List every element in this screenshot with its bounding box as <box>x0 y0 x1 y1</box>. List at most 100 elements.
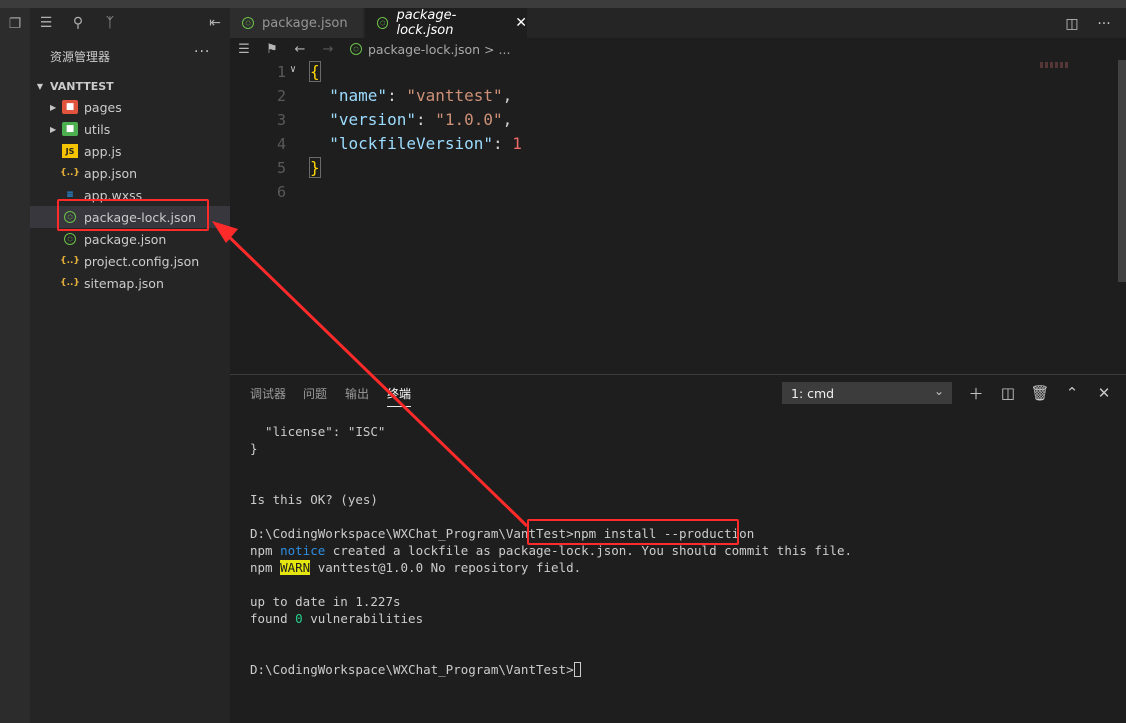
json-key: "version" <box>329 110 416 129</box>
terminal-select[interactable]: 1: cmd ⌄ <box>782 382 952 404</box>
source-control-icon[interactable]: ᛉ <box>99 12 121 34</box>
node-file-icon: ⬡ <box>64 233 76 245</box>
terminal-text: npm <box>250 543 281 558</box>
tree-item-app-js[interactable]: ▶ JS app.js <box>30 140 230 162</box>
tab-output[interactable]: 输出 <box>345 385 369 402</box>
more-actions-icon[interactable]: ··· <box>1094 14 1114 34</box>
terminal-prompt: D:\CodingWorkspace\WXChat_Program\VantTe… <box>250 526 574 541</box>
chevron-down-icon: ▼ <box>36 81 44 91</box>
trash-icon[interactable]: 🗑 <box>1030 383 1050 403</box>
sidebar-toolbar: ☰ ⚲ ᛉ ⇤ <box>30 8 230 38</box>
close-icon[interactable]: ✕ <box>1094 383 1114 403</box>
tab-terminal[interactable]: 终端 <box>387 385 412 407</box>
tree-item-label: pages <box>84 99 122 115</box>
terminal-text: created a lockfile as package-lock.json.… <box>325 543 853 558</box>
more-actions-icon[interactable]: ··· <box>194 44 210 60</box>
tree-item-project-config-json[interactable]: ▶ {..} project.config.json <box>30 250 230 272</box>
code-line: { <box>309 60 522 84</box>
editor-scrollbar[interactable] <box>1118 60 1126 282</box>
line-number: 2 <box>276 87 286 105</box>
explorer-list-icon[interactable]: ☰ <box>35 12 57 34</box>
code-line: "version": "1.0.0", <box>329 110 513 129</box>
json-number: 1 <box>512 134 522 153</box>
json-key: "name" <box>329 86 388 105</box>
bookmark-icon[interactable]: ⚑ <box>258 42 286 57</box>
breadcrumb-separator: > <box>484 41 495 57</box>
chevron-up-icon[interactable]: ⌃ <box>1062 383 1082 403</box>
code-line: "lockfileVersion": 1 <box>329 134 522 153</box>
tree-item-app-json[interactable]: ▶ {..} app.json <box>30 162 230 184</box>
node-file-icon: ⬡ <box>377 17 389 29</box>
forward-arrow-icon[interactable]: → <box>314 42 342 57</box>
folder-utils-icon: ■ <box>62 122 78 136</box>
terminal-select-value: 1: cmd <box>791 385 835 401</box>
terminal-prompt: D:\CodingWorkspace\WXChat_Program\VantTe… <box>250 662 574 677</box>
terminal-line: Is this OK? (yes) <box>250 492 378 507</box>
split-editor-icon[interactable]: ◫ <box>1062 14 1082 34</box>
search-icon[interactable]: ⚲ <box>67 12 89 34</box>
bottom-panel: 调试器 问题 输出 终端 1: cmd ⌄ ＋ ◫ 🗑 ⌃ ✕ "license… <box>230 374 1126 723</box>
tree-item-sitemap-json[interactable]: ▶ {..} sitemap.json <box>30 272 230 294</box>
breadcrumb-file[interactable]: package-lock.json <box>368 42 480 57</box>
fold-chevron-icon[interactable]: ∨ <box>290 64 296 75</box>
editor-tabs: ⬡ package.json ⬡ package-lock.json ✕ ◫ ·… <box>230 8 1126 38</box>
tree-item-package-json[interactable]: ▶ ⬡ package.json <box>30 228 230 250</box>
back-arrow-icon[interactable]: ← <box>286 42 314 57</box>
chevron-right-icon: ▶ <box>50 102 57 112</box>
explorer-title: 资源管理器 <box>50 50 111 64</box>
open-brace: { <box>309 61 321 82</box>
json-file-icon: {..} <box>60 256 80 266</box>
terminal-cursor <box>573 662 581 677</box>
file-tree: ▶ ■ pages ▶ ■ utils ▶ JS app.js ▶ {..} a… <box>30 96 230 294</box>
terminal-output[interactable]: "license": "ISC" } Is this OK? (yes) D:\… <box>250 423 852 678</box>
close-icon[interactable]: ✕ <box>515 15 527 31</box>
new-terminal-icon[interactable]: ＋ <box>966 383 986 403</box>
terminal-text: found <box>250 611 296 626</box>
tab-problems[interactable]: 问题 <box>303 385 327 402</box>
code-editor[interactable]: 1 2 3 4 5 6 ∨ { "name": "vanttest", "ver… <box>230 60 1118 374</box>
window-restore-icon[interactable]: ❐ <box>0 10 30 38</box>
terminal-line: npm WARN vanttest@1.0.0 No repository fi… <box>250 559 852 576</box>
tree-item-label: package.json <box>84 231 167 247</box>
code-line: "name": "vanttest", <box>329 86 513 105</box>
warn-label: WARN <box>280 560 311 575</box>
tree-item-label: app.js <box>84 143 122 159</box>
breadcrumb-rest[interactable]: ... <box>499 42 511 57</box>
json-file-icon: {..} <box>60 278 80 288</box>
sidebar: ☰ ⚲ ᛉ ⇤ 资源管理器 ··· ▼ VANTTEST ▶ ■ pages ▶… <box>30 8 230 723</box>
tab-package-json[interactable]: ⬡ package.json <box>230 8 363 38</box>
split-terminal-icon[interactable]: ◫ <box>998 383 1018 403</box>
folder-pages-icon: ■ <box>62 100 78 114</box>
tab-label: package.json <box>262 15 348 31</box>
tab-label: package-lock.json <box>396 8 457 38</box>
chevron-down-icon: ⌄ <box>933 384 944 398</box>
minimap[interactable] <box>1040 62 1070 68</box>
outline-list-icon[interactable]: ☰ <box>230 42 258 57</box>
terminal-line: found 0 vulnerabilities <box>250 610 852 627</box>
terminal-line: "license": "ISC" <box>250 424 386 439</box>
terminal-text: vanttest@1.0.0 No repository field. <box>310 560 582 575</box>
json-key: "lockfileVersion" <box>329 134 494 153</box>
project-root[interactable]: ▼ VANTTEST <box>30 76 230 96</box>
line-number: 5 <box>276 159 286 177</box>
tab-package-lock-json[interactable]: ⬡ package-lock.json ✕ <box>365 8 527 38</box>
activity-bar: ❐ <box>0 8 30 723</box>
collapse-sidebar-icon[interactable]: ⇤ <box>204 12 226 34</box>
vulnerability-count: 0 <box>295 611 303 626</box>
line-number: 3 <box>276 111 286 129</box>
code-lines: { "name": "vanttest", "version": "1.0.0"… <box>309 60 522 204</box>
tree-item-utils[interactable]: ▶ ■ utils <box>30 118 230 140</box>
tab-debugger[interactable]: 调试器 <box>250 385 286 402</box>
close-brace: } <box>309 157 321 178</box>
chevron-right-icon: ▶ <box>50 124 57 134</box>
json-file-icon: {..} <box>60 168 80 178</box>
tree-item-pages[interactable]: ▶ ■ pages <box>30 96 230 118</box>
project-name: VANTTEST <box>50 79 114 93</box>
tree-item-label: app.json <box>84 165 138 181</box>
